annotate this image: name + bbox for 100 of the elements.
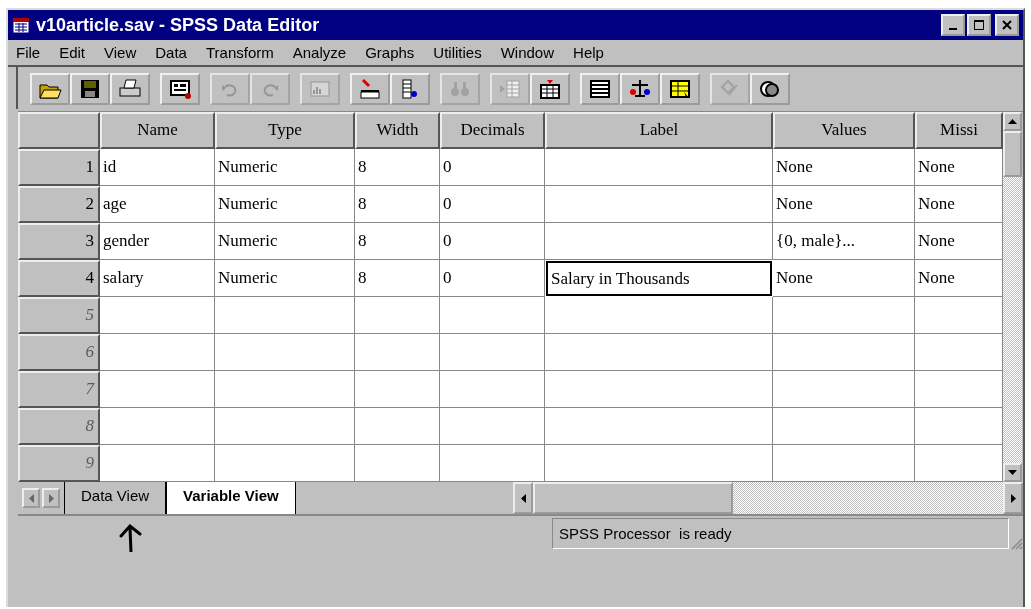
- table-cell[interactable]: Numeric: [215, 260, 355, 297]
- table-cell[interactable]: [545, 334, 773, 371]
- table-cell[interactable]: [545, 297, 773, 334]
- table-cell[interactable]: None: [773, 149, 915, 186]
- scroll-down-button[interactable]: [1003, 463, 1022, 482]
- table-cell[interactable]: gender: [100, 223, 215, 260]
- table-cell[interactable]: {0, male}...: [773, 223, 915, 260]
- table-cell[interactable]: [440, 408, 545, 445]
- table-cell[interactable]: [215, 371, 355, 408]
- column-header[interactable]: Width: [355, 112, 440, 149]
- table-cell[interactable]: 8: [355, 223, 440, 260]
- menu-item[interactable]: Utilities: [433, 44, 482, 61]
- column-header[interactable]: Label: [545, 112, 773, 149]
- menu-item[interactable]: File: [16, 44, 41, 61]
- scroll-up-button[interactable]: [1003, 112, 1022, 131]
- table-cell[interactable]: [100, 408, 215, 445]
- table-cell[interactable]: [215, 297, 355, 334]
- table-cell[interactable]: None: [773, 260, 915, 297]
- column-header[interactable]: Values: [773, 112, 915, 149]
- row-header[interactable]: 5: [18, 297, 100, 334]
- close-button[interactable]: [995, 14, 1019, 36]
- table-cell[interactable]: 8: [355, 149, 440, 186]
- table-cell[interactable]: [773, 297, 915, 334]
- table-cell[interactable]: 0: [440, 223, 545, 260]
- row-header[interactable]: 4: [18, 260, 100, 297]
- menu-item[interactable]: Graphs: [365, 44, 415, 61]
- sheet-tab[interactable]: Variable View: [166, 482, 296, 515]
- table-cell[interactable]: [545, 371, 773, 408]
- scroll-left-button[interactable]: [513, 482, 533, 514]
- table-cell[interactable]: [545, 149, 773, 186]
- table-cell[interactable]: age: [100, 186, 215, 223]
- table-cell[interactable]: [440, 334, 545, 371]
- table-cell[interactable]: Numeric: [215, 149, 355, 186]
- table-cell[interactable]: Numeric: [215, 223, 355, 260]
- table-cell[interactable]: [545, 186, 773, 223]
- tab-right-button[interactable]: [42, 488, 60, 508]
- toolbar-button[interactable]: [390, 73, 430, 105]
- corner-header[interactable]: [18, 112, 100, 149]
- toolbar-button[interactable]: [30, 73, 70, 105]
- menu-item[interactable]: Data: [155, 44, 187, 61]
- toolbar-button[interactable]: [350, 73, 390, 105]
- tab-left-button[interactable]: [22, 488, 40, 508]
- table-cell[interactable]: Numeric: [215, 186, 355, 223]
- row-header[interactable]: 7: [18, 371, 100, 408]
- column-header[interactable]: Decimals: [440, 112, 545, 149]
- menu-item[interactable]: Window: [500, 44, 555, 61]
- table-cell[interactable]: [100, 334, 215, 371]
- table-cell[interactable]: [440, 371, 545, 408]
- table-cell[interactable]: [215, 408, 355, 445]
- scroll-track[interactable]: [733, 482, 1003, 514]
- table-cell[interactable]: [355, 445, 440, 482]
- toolbar-button[interactable]: [620, 73, 660, 105]
- table-cell[interactable]: 0: [440, 186, 545, 223]
- scroll-right-button[interactable]: [1003, 482, 1023, 514]
- resize-grip-icon[interactable]: [1009, 536, 1023, 550]
- table-cell[interactable]: salary: [100, 260, 215, 297]
- toolbar-button[interactable]: [530, 73, 570, 105]
- toolbar-button[interactable]: [70, 73, 110, 105]
- table-cell[interactable]: [440, 297, 545, 334]
- row-header[interactable]: 9: [18, 445, 100, 482]
- row-header[interactable]: 2: [18, 186, 100, 223]
- menu-item[interactable]: Transform: [205, 44, 274, 61]
- table-cell[interactable]: 0: [440, 149, 545, 186]
- table-cell[interactable]: [355, 334, 440, 371]
- table-cell[interactable]: 8: [355, 260, 440, 297]
- column-header[interactable]: Type: [215, 112, 355, 149]
- table-cell[interactable]: [773, 371, 915, 408]
- sheet-tab[interactable]: Data View: [64, 482, 167, 515]
- menu-item[interactable]: Analyze: [292, 44, 347, 61]
- toolbar-button[interactable]: [750, 73, 790, 105]
- table-cell[interactable]: id: [100, 149, 215, 186]
- row-header[interactable]: 3: [18, 223, 100, 260]
- table-cell[interactable]: Salary in Thousands: [546, 261, 772, 296]
- table-cell[interactable]: [773, 408, 915, 445]
- table-cell[interactable]: [100, 371, 215, 408]
- row-header[interactable]: 1: [18, 149, 100, 186]
- scroll-thumb[interactable]: [533, 482, 733, 514]
- toolbar-button[interactable]: [660, 73, 700, 105]
- table-cell[interactable]: [545, 223, 773, 260]
- toolbar-button[interactable]: [580, 73, 620, 105]
- table-cell[interactable]: [100, 297, 215, 334]
- menu-item[interactable]: Help: [573, 44, 604, 61]
- column-header[interactable]: Name: [100, 112, 215, 149]
- menu-item[interactable]: View: [104, 44, 137, 61]
- table-cell[interactable]: 8: [355, 186, 440, 223]
- table-cell[interactable]: 0: [440, 260, 545, 297]
- table-cell[interactable]: [355, 297, 440, 334]
- maximize-button[interactable]: [967, 14, 991, 36]
- table-cell[interactable]: [355, 408, 440, 445]
- row-header[interactable]: 8: [18, 408, 100, 445]
- toolbar-button[interactable]: [110, 73, 150, 105]
- scroll-thumb[interactable]: [1003, 131, 1022, 177]
- table-cell[interactable]: None: [773, 186, 915, 223]
- row-header[interactable]: 6: [18, 334, 100, 371]
- minimize-button[interactable]: [941, 14, 965, 36]
- table-cell[interactable]: [773, 334, 915, 371]
- toolbar-button[interactable]: [160, 73, 200, 105]
- table-cell[interactable]: [545, 408, 773, 445]
- table-cell[interactable]: None: [915, 149, 1003, 186]
- table-cell[interactable]: [355, 371, 440, 408]
